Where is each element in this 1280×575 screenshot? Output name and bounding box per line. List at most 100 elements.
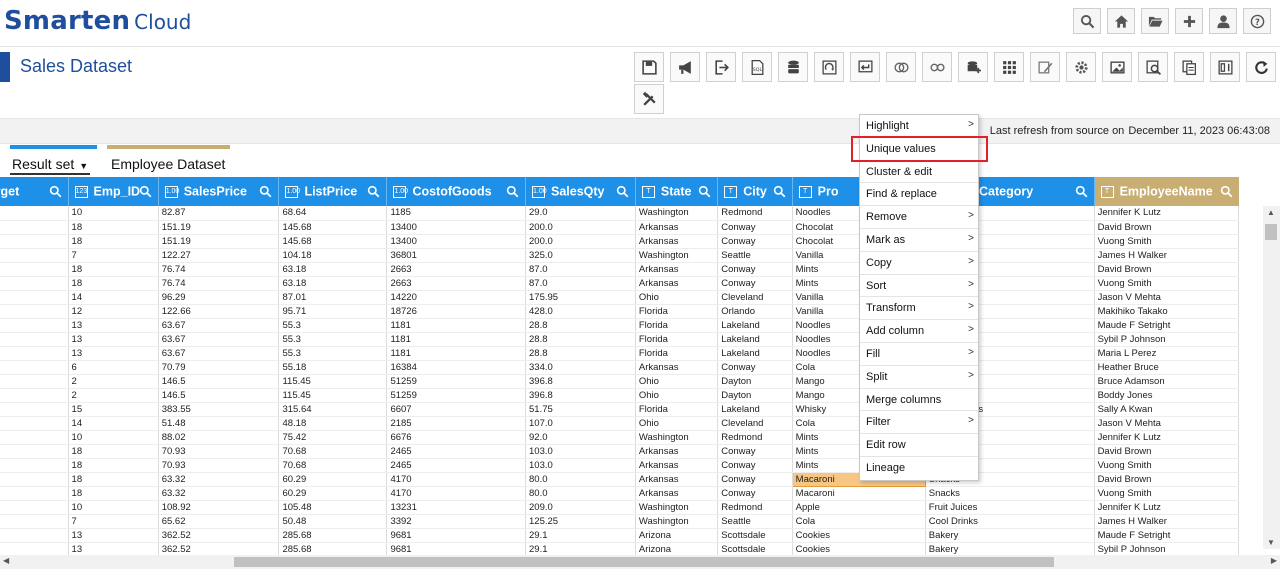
table-cell[interactable]: Cleveland [717, 290, 793, 305]
user-button[interactable] [1209, 8, 1237, 34]
table-cell[interactable]: 51259 [386, 374, 526, 389]
table-cell[interactable]: Ohio [635, 290, 719, 305]
table-cell[interactable]: Florida [635, 304, 719, 319]
table-cell[interactable]: 107.0 [525, 416, 636, 431]
column-header[interactable]: Target [0, 177, 69, 206]
table-cell[interactable]: David Brown [1094, 220, 1240, 235]
vertical-scroll-thumb[interactable] [1265, 224, 1277, 240]
table-cell[interactable]: 2465 [386, 444, 526, 459]
table-cell[interactable]: 2.0 [0, 486, 69, 501]
table-cell[interactable]: 51259 [386, 388, 526, 403]
table-cell[interactable]: David Brown [1094, 262, 1240, 277]
table-cell[interactable]: 10 [68, 430, 159, 445]
table-cell[interactable]: Apple [792, 500, 926, 515]
table-cell[interactable]: 105.48 [278, 500, 388, 515]
table-cell[interactable]: Redmond [717, 500, 793, 515]
table-cell[interactable]: Scottsdale [717, 542, 793, 555]
table-cell[interactable]: 9681 [386, 528, 526, 543]
table-cell[interactable]: Arkansas [635, 220, 719, 235]
table-cell[interactable]: 35 [0, 346, 69, 361]
table-cell[interactable]: 4170 [386, 486, 526, 501]
table-cell[interactable]: Cleveland [717, 416, 793, 431]
table-cell[interactable]: 125.25 [525, 514, 636, 529]
table-cell[interactable]: 2.0 [0, 374, 69, 389]
table-cell[interactable]: 396.8 [525, 388, 636, 403]
horizontal-scrollbar[interactable]: ◀ ▶ [0, 555, 1280, 569]
vertical-scrollbar[interactable]: ▲ ▼ [1263, 206, 1280, 549]
table-cell[interactable]: Cookies [792, 528, 926, 543]
table-cell[interactable]: 2.0 [0, 430, 69, 445]
copy-button[interactable] [1174, 52, 1204, 82]
table-cell[interactable]: 1181 [386, 318, 526, 333]
table-cell[interactable]: 14 [68, 416, 159, 431]
scroll-left-icon[interactable]: ◀ [3, 556, 9, 565]
table-cell[interactable]: 145.68 [278, 234, 388, 249]
table-cell[interactable]: 55.18 [278, 360, 388, 375]
table-cell[interactable]: Arizona [635, 528, 719, 543]
table-cell[interactable]: 63.67 [158, 318, 280, 333]
table-cell[interactable]: 315.64 [278, 402, 388, 417]
table-cell[interactable]: 28.8 [525, 346, 636, 361]
table-cell[interactable]: 80.0 [525, 486, 636, 501]
table-cell[interactable]: 6676 [386, 430, 526, 445]
table-cell[interactable]: 122.66 [158, 304, 280, 319]
search-button[interactable] [1073, 8, 1101, 34]
table-cell[interactable]: 9681 [386, 542, 526, 555]
table-cell[interactable]: Vuong Smith [1094, 276, 1240, 291]
table-cell[interactable]: 48.18 [278, 416, 388, 431]
table-cell[interactable]: 1.0 [0, 528, 69, 543]
table-cell[interactable]: 362.52 [158, 542, 280, 555]
save-button[interactable] [634, 52, 664, 82]
table-cell[interactable]: 13 [68, 528, 159, 543]
table-cell[interactable]: 96.29 [158, 290, 280, 305]
table-cell[interactable]: Florida [635, 318, 719, 333]
table-cell[interactable]: 29.1 [525, 542, 636, 555]
table-cell[interactable]: 16384 [386, 360, 526, 375]
table-cell[interactable]: 122.27 [158, 248, 280, 263]
table-cell[interactable]: 78.0 [0, 220, 69, 235]
table-cell[interactable]: Dayton [717, 388, 793, 403]
table-cell[interactable]: James H Walker [1094, 248, 1240, 263]
table-cell[interactable]: 2663 [386, 276, 526, 291]
table-cell[interactable]: Conway [717, 262, 793, 277]
tab-employee-dataset[interactable]: Employee Dataset [107, 145, 230, 173]
table-cell[interactable]: 63.67 [158, 346, 280, 361]
table-cell[interactable]: 4.0 [0, 416, 69, 431]
table-cell[interactable]: 146.5 [158, 374, 280, 389]
menu-item-find-replace[interactable]: Find & replace [860, 183, 978, 207]
table-cell[interactable]: 29.1 [525, 528, 636, 543]
table-cell[interactable]: Redmond [717, 430, 793, 445]
table-cell[interactable]: James H Walker [1094, 514, 1240, 529]
table-cell[interactable]: Macaroni [792, 486, 926, 501]
table-cell[interactable]: Lakeland [717, 346, 793, 361]
replace-button[interactable] [850, 52, 880, 82]
menu-item-fill[interactable]: Fill > [860, 343, 978, 366]
table-cell[interactable]: Sybil P Johnson [1094, 332, 1240, 347]
table-cell[interactable]: 70.93 [158, 458, 280, 473]
table-cell[interactable]: 87.01 [278, 290, 388, 305]
table-cell[interactable]: 13 [68, 542, 159, 555]
table-cell[interactable]: Maria L Perez [1094, 346, 1240, 361]
table-cell[interactable]: Bruce Adamson [1094, 374, 1240, 389]
menu-item-mark-as[interactable]: Mark as > [860, 229, 978, 252]
table-cell[interactable]: 13400 [386, 220, 526, 235]
table-cell[interactable]: 55.3 [278, 332, 388, 347]
table-cell[interactable]: 80.0 [525, 472, 636, 487]
table-cell[interactable]: 146.5 [158, 388, 280, 403]
column-header[interactable]: 123 Emp_ID [68, 177, 159, 206]
table-cell[interactable]: David Brown [1094, 444, 1240, 459]
table-cell[interactable]: 3.0 [0, 262, 69, 277]
table-cell[interactable]: Washington [635, 206, 719, 221]
table-cell[interactable]: 65.62 [158, 514, 280, 529]
table-cell[interactable]: 90.0 [0, 248, 69, 263]
table-cell[interactable]: Vuong Smith [1094, 486, 1240, 501]
table-cell[interactable]: 115.45 [278, 374, 388, 389]
column-header[interactable]: T EmployeeName [1094, 177, 1239, 206]
table-cell[interactable]: Sally A Kwan [1094, 402, 1240, 417]
table-cell[interactable]: 14220 [386, 290, 526, 305]
refresh-dataset-button[interactable] [814, 52, 844, 82]
table-cell[interactable]: 18 [68, 444, 159, 459]
table-cell[interactable]: 200.0 [525, 220, 636, 235]
open-folder-button[interactable] [1141, 8, 1169, 34]
table-cell[interactable]: 151.19 [158, 220, 280, 235]
